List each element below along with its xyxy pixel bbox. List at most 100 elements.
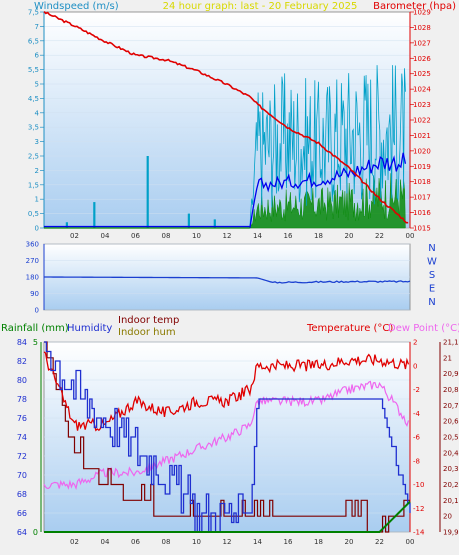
top-plot-area xyxy=(43,11,411,229)
top-x-tick-label: 16 xyxy=(284,232,293,240)
baro-tick-label: 1020 xyxy=(413,147,431,155)
bottom-x-tick-label: 14 xyxy=(253,538,262,546)
indoor-tick-label: 21,1 xyxy=(443,339,459,347)
temp-tick-label: -6 xyxy=(413,434,421,442)
humidity-tick-label: 70 xyxy=(17,471,27,480)
wind-tick-label: 0,5 xyxy=(28,210,39,218)
humidity-tick-label: 66 xyxy=(17,509,27,518)
humidity-tick-label: 82 xyxy=(17,357,27,366)
humidity-tick-label: 68 xyxy=(17,490,27,499)
baro-tick-label: 1028 xyxy=(413,24,431,32)
dewpoint-label: Dew Point (°C) xyxy=(388,323,459,334)
indoor-tick-label: 20,3 xyxy=(443,465,459,473)
wind-tick-label: 5 xyxy=(35,81,39,89)
indoor-tick-label: 20,5 xyxy=(443,434,459,442)
indoor-temp-label: Indoor temp xyxy=(118,315,179,326)
indoor-tick-label: 20,2 xyxy=(443,481,459,489)
rain-tick-label: 5 xyxy=(33,338,38,347)
top-x-tick-label: 06 xyxy=(131,232,140,240)
wind-tick-label: 7 xyxy=(35,23,39,31)
wind-tick-label: 5,5 xyxy=(28,66,39,74)
bottom-x-tick-label: 22 xyxy=(375,538,384,546)
top-x-tick-label: 10 xyxy=(192,232,201,240)
top-x-tick-label: 00 xyxy=(406,232,415,240)
wind-tick-label: 3 xyxy=(35,138,39,146)
baro-tick-label: 1016 xyxy=(413,209,431,217)
rain-tick-label: 0 xyxy=(33,528,38,537)
indoor-tick-label: 20,6 xyxy=(443,418,459,426)
temp-tick-label: -12 xyxy=(413,505,424,513)
top-x-tick-label: 20 xyxy=(345,232,354,240)
dir-tick-label: 360 xyxy=(26,241,39,249)
dir-tick-label: 270 xyxy=(26,257,39,265)
humidity-tick-label: 80 xyxy=(17,376,27,385)
top-x-tick-label: 02 xyxy=(70,232,79,240)
baro-tick-label: 1024 xyxy=(413,86,431,94)
dir-tick-label: 90 xyxy=(30,290,39,298)
baro-tick-label: 1025 xyxy=(413,70,431,78)
bottom-x-tick-label: 02 xyxy=(70,538,79,546)
baro-tick-label: 1015 xyxy=(413,225,431,233)
compass-label: E xyxy=(429,284,435,295)
bottom-x-tick-label: 04 xyxy=(101,538,110,546)
top-x-tick-label: 04 xyxy=(101,232,110,240)
indoor-tick-label: 20 xyxy=(443,513,452,521)
top-center-title: 24 hour graph: last - 20 February 2025 xyxy=(163,1,358,12)
wind-tick-label: 3,5 xyxy=(28,124,39,132)
dir-tick-label: 180 xyxy=(26,274,39,282)
top-x-tick-label: 08 xyxy=(162,232,171,240)
bottom-x-tick-label: 16 xyxy=(284,538,293,546)
temp-tick-label: -2 xyxy=(413,386,420,394)
top-x-tick-label: 12 xyxy=(223,232,232,240)
humidity-tick-label: 72 xyxy=(17,452,27,461)
temp-tick-label: -4 xyxy=(413,410,421,418)
humidity-tick-label: 74 xyxy=(17,433,27,442)
wind-tick-label: 6,5 xyxy=(28,37,39,45)
wind-tick-label: 7,5 xyxy=(28,9,39,17)
compass-label: N xyxy=(428,297,435,308)
temp-tick-label: -10 xyxy=(413,481,424,489)
wind-tick-label: 4,5 xyxy=(28,95,39,103)
wind-tick-label: 6 xyxy=(35,52,40,60)
dir-tick-label: 0 xyxy=(35,307,39,315)
wind-tick-label: 4 xyxy=(35,109,40,117)
humidity-tick-label: 64 xyxy=(17,528,27,537)
wind-tick-label: 1,5 xyxy=(28,181,39,189)
indoor-tick-label: 20,8 xyxy=(443,386,459,394)
indoor-tick-label: 20,7 xyxy=(443,402,459,410)
bottom-x-tick-label: 10 xyxy=(192,538,201,546)
bottom-x-tick-label: 08 xyxy=(162,538,171,546)
indoor-hum-label: Indoor hum xyxy=(118,327,176,338)
baro-tick-label: 1027 xyxy=(413,39,431,47)
compass-label: S xyxy=(429,270,435,281)
compass-label: N xyxy=(428,243,435,254)
baro-tick-label: 1018 xyxy=(413,178,431,186)
indoor-tick-label: 21 xyxy=(443,354,452,362)
top-left-title: Windspeed (m/s) xyxy=(34,1,119,12)
indoor-tick-label: 19,9 xyxy=(443,529,459,537)
humidity-tick-label: 78 xyxy=(17,395,27,404)
wind-tick-label: 2,5 xyxy=(28,153,39,161)
bottom-x-tick-label: 06 xyxy=(131,538,140,546)
baro-tick-label: 1023 xyxy=(413,101,431,109)
top-x-tick-label: 18 xyxy=(314,232,323,240)
bottom-x-tick-label: 00 xyxy=(406,538,415,546)
baro-tick-label: 1017 xyxy=(413,194,431,202)
bottom-x-tick-label: 12 xyxy=(223,538,232,546)
humidity-tick-label: 84 xyxy=(17,338,27,347)
temperature-label: Temperature (°C) xyxy=(306,323,393,334)
humidity-tick-label: 76 xyxy=(17,414,27,423)
indoor-tick-label: 20,1 xyxy=(443,497,459,505)
humidity-label: Humidity xyxy=(67,323,112,334)
baro-tick-label: 1019 xyxy=(413,163,431,171)
baro-tick-label: 1029 xyxy=(413,9,431,17)
wind-tick-label: 2 xyxy=(35,167,39,175)
baro-tick-label: 1021 xyxy=(413,132,431,140)
rain-label: Rainfall (mm) xyxy=(1,323,69,334)
wind-tick-label: 1 xyxy=(35,196,39,204)
temp-tick-label: -14 xyxy=(413,529,425,537)
weather-graphs: Windspeed (m/s) 24 hour graph: last - 20… xyxy=(1,1,459,546)
top-x-tick-label: 22 xyxy=(375,232,384,240)
temp-tick-label: -8 xyxy=(413,457,420,465)
baro-tick-label: 1022 xyxy=(413,117,431,125)
